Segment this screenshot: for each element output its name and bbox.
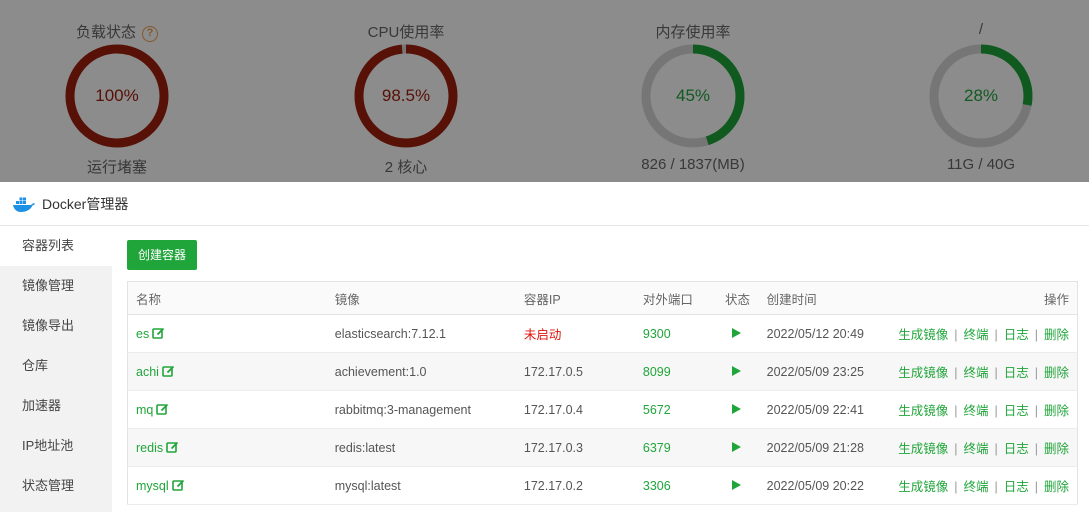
separator: | <box>1034 328 1038 342</box>
container-ip: 172.17.0.4 <box>515 390 635 429</box>
terminal-link[interactable]: 终端 <box>963 328 988 342</box>
start-icon[interactable] <box>732 479 741 490</box>
separator: | <box>954 328 958 342</box>
create-image-link[interactable]: 生成镜像 <box>898 328 948 342</box>
container-ip: 172.17.0.2 <box>515 466 635 505</box>
edit-icon[interactable] <box>156 403 169 416</box>
sidebar-item-image-management[interactable]: 镜像管理 <box>0 266 112 306</box>
modal-header: Docker管理器 <box>0 182 1089 226</box>
container-ip: 172.17.0.3 <box>515 428 635 467</box>
delete-link[interactable]: 删除 <box>1044 366 1069 380</box>
table-header-row: 名称 镜像 容器IP 对外端口 状态 创建时间 操作 <box>127 281 1078 315</box>
separator: | <box>994 404 998 418</box>
modal-title: Docker管理器 <box>42 195 129 212</box>
start-icon[interactable] <box>732 365 741 376</box>
container-port: 8099 <box>634 352 717 391</box>
create-image-link[interactable]: 生成镜像 <box>898 442 948 456</box>
edit-icon[interactable] <box>166 441 179 454</box>
container-ip: 172.17.0.5 <box>515 352 635 391</box>
sidebar-item-image-export[interactable]: 镜像导出 <box>0 306 112 346</box>
edit-icon[interactable] <box>171 479 185 492</box>
log-link[interactable]: 日志 <box>1004 442 1029 456</box>
separator: | <box>954 442 958 456</box>
terminal-link[interactable]: 终端 <box>963 366 988 380</box>
container-created: 2022/05/09 22:41 <box>758 390 891 429</box>
table-row: mq rabbitmq:3-management 172.17.0.4 5672… <box>127 390 1078 429</box>
create-container-button[interactable]: 创建容器 <box>127 240 198 270</box>
container-port: 6379 <box>634 428 717 467</box>
container-name-link[interactable]: redis <box>136 441 163 455</box>
container-name-link[interactable]: mq <box>136 403 153 417</box>
separator: | <box>1034 442 1038 456</box>
container-image: redis:latest <box>326 428 516 467</box>
edit-icon[interactable] <box>162 365 175 378</box>
container-port: 9300 <box>634 314 717 353</box>
table-row: mysql mysql:latest 172.17.0.2 3306 2022/… <box>127 466 1078 505</box>
container-image: elasticsearch:7.12.1 <box>326 314 516 353</box>
create-image-link[interactable]: 生成镜像 <box>898 404 948 418</box>
start-icon[interactable] <box>732 403 741 414</box>
separator: | <box>1034 480 1038 494</box>
separator: | <box>994 442 998 456</box>
container-name-link[interactable]: achi <box>136 365 159 379</box>
delete-link[interactable]: 删除 <box>1044 442 1069 456</box>
log-link[interactable]: 日志 <box>1004 328 1029 342</box>
sidebar-item-accelerator[interactable]: 加速器 <box>0 386 112 426</box>
create-image-link[interactable]: 生成镜像 <box>898 480 948 494</box>
column-header-actions: 操作 <box>890 281 1078 315</box>
table-row: redis redis:latest 172.17.0.3 6379 2022/… <box>127 428 1078 467</box>
delete-link[interactable]: 删除 <box>1044 480 1069 494</box>
log-link[interactable]: 日志 <box>1004 480 1029 494</box>
table-row: achi achievement:1.0 172.17.0.5 8099 202… <box>127 352 1078 391</box>
docker-manager-modal: Docker管理器 容器列表 镜像管理 镜像导出 仓库 加速器 IP地址池 状态… <box>0 182 1089 512</box>
container-created: 2022/05/09 20:22 <box>758 466 891 505</box>
container-created: 2022/05/09 23:25 <box>758 352 891 391</box>
terminal-link[interactable]: 终端 <box>963 480 988 494</box>
column-header-port: 对外端口 <box>634 281 717 315</box>
terminal-link[interactable]: 终端 <box>963 442 988 456</box>
column-header-status: 状态 <box>717 281 759 315</box>
container-name-link[interactable]: mysql <box>136 479 169 493</box>
edit-icon[interactable] <box>152 327 165 340</box>
sidebar-item-status-management[interactable]: 状态管理 <box>0 466 112 506</box>
container-created: 2022/05/09 21:28 <box>758 428 891 467</box>
separator: | <box>954 480 958 494</box>
sidebar: 容器列表 镜像管理 镜像导出 仓库 加速器 IP地址池 状态管理 <box>0 226 112 512</box>
column-header-image: 镜像 <box>326 281 516 315</box>
log-link[interactable]: 日志 <box>1004 366 1029 380</box>
container-image: mysql:latest <box>326 466 516 505</box>
terminal-link[interactable]: 终端 <box>963 404 988 418</box>
create-image-link[interactable]: 生成镜像 <box>898 366 948 380</box>
container-list-panel: 创建容器 名称 镜像 容器IP 对外端口 状态 创建时间 操作 es elast… <box>112 226 1089 512</box>
delete-link[interactable]: 删除 <box>1044 404 1069 418</box>
container-image: achievement:1.0 <box>326 352 516 391</box>
column-header-name: 名称 <box>127 281 327 315</box>
delete-link[interactable]: 删除 <box>1044 328 1069 342</box>
column-header-ip: 容器IP <box>515 281 635 315</box>
sidebar-item-ip-pool[interactable]: IP地址池 <box>0 426 112 466</box>
separator: | <box>994 480 998 494</box>
container-table: 名称 镜像 容器IP 对外端口 状态 创建时间 操作 es elasticsea… <box>127 281 1078 505</box>
separator: | <box>994 328 998 342</box>
container-ip: 未启动 <box>515 314 635 353</box>
sidebar-item-container-list[interactable]: 容器列表 <box>0 226 112 266</box>
separator: | <box>1034 366 1038 380</box>
separator: | <box>1034 404 1038 418</box>
column-header-created: 创建时间 <box>758 281 891 315</box>
separator: | <box>994 366 998 380</box>
container-port: 5672 <box>634 390 717 429</box>
container-image: rabbitmq:3-management <box>326 390 516 429</box>
docker-whale-icon <box>13 197 35 212</box>
separator: | <box>954 404 958 418</box>
start-icon[interactable] <box>732 327 741 338</box>
table-row: es elasticsearch:7.12.1 未启动 9300 2022/05… <box>127 314 1078 353</box>
separator: | <box>954 366 958 380</box>
container-name-link[interactable]: es <box>136 327 149 341</box>
log-link[interactable]: 日志 <box>1004 404 1029 418</box>
container-created: 2022/05/12 20:49 <box>758 314 891 353</box>
start-icon[interactable] <box>732 441 741 452</box>
container-port: 3306 <box>634 466 717 505</box>
sidebar-item-repository[interactable]: 仓库 <box>0 346 112 386</box>
